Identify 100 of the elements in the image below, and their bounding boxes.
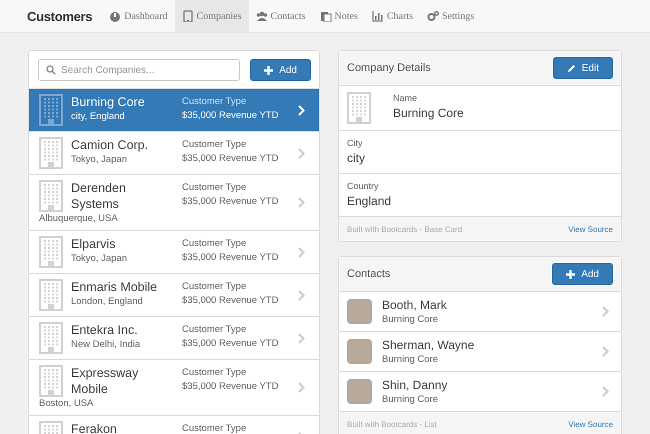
- notes-icon: [320, 10, 332, 22]
- company-location: New Delhi, India: [71, 338, 142, 351]
- company-name: Entekra Inc.: [71, 322, 139, 338]
- view-source-link[interactable]: View Source: [568, 420, 613, 428]
- field-label: Name: [393, 92, 418, 104]
- chevron-right-icon: [298, 382, 305, 393]
- customer-type: Customer Type: [182, 182, 248, 193]
- contact-list-item[interactable]: Sherman, Wayne Burning Core: [339, 332, 621, 372]
- building-icon: [39, 180, 63, 212]
- company-location: city, England: [71, 110, 126, 123]
- nav-tab[interactable]: Companies: [174, 0, 249, 32]
- nav-tab[interactable]: Charts: [364, 0, 420, 32]
- customer-type: Customer Type: [182, 139, 248, 150]
- avatar-placeholder: [347, 379, 372, 404]
- footer-note: Built with Bootcards - Base Card: [347, 224, 462, 234]
- building-icon: [39, 137, 63, 169]
- building-icon: [39, 94, 63, 126]
- gears-icon: [427, 10, 439, 22]
- company-list-item[interactable]: Elparvis Tokyo, Japan Customer Type $35,000 Revenue YTD: [29, 231, 319, 274]
- customer-type: Customer Type: [182, 238, 248, 249]
- contact-company: Burning Core: [382, 393, 439, 406]
- contact-name: Sherman, Wayne: [382, 337, 476, 353]
- avatar-placeholder: [347, 299, 372, 324]
- field-value: England: [347, 193, 392, 210]
- add-button[interactable]: Add: [250, 59, 311, 81]
- search-field[interactable]: Search Companies...: [38, 59, 240, 81]
- bar-chart-icon: [372, 10, 384, 22]
- company-location: Tokyo, Japan: [71, 252, 128, 265]
- footer-note: Built with Bootcards - List: [347, 420, 437, 428]
- nav-tab[interactable]: Contacts: [248, 0, 313, 32]
- contact-name: Shin, Danny: [382, 377, 448, 393]
- building-icon: [39, 236, 63, 268]
- customer-type: Customer Type: [182, 367, 248, 378]
- view-source-link[interactable]: View Source: [568, 224, 613, 234]
- chevron-right-icon: [602, 346, 609, 357]
- contact-name: Booth, Mark: [382, 297, 448, 313]
- app-brand: Customers: [27, 8, 92, 24]
- company-name: Expressway Mobile: [71, 365, 140, 397]
- revenue-text: $35,000 Revenue YTD: [182, 381, 280, 392]
- company-name: Camion Corp.: [71, 137, 150, 153]
- revenue-text: $35,000 Revenue YTD: [182, 295, 280, 306]
- card-title: Contacts: [347, 268, 390, 280]
- company-location: Tokyo, Japan: [71, 153, 128, 166]
- chevron-right-icon: [298, 246, 305, 258]
- nav-tab[interactable]: Settings: [420, 0, 482, 32]
- add-button[interactable]: Add: [552, 263, 613, 285]
- plus-icon: [566, 270, 576, 278]
- contact-list-item[interactable]: Booth, Mark Burning Core: [339, 292, 621, 332]
- chevron-right-icon: [298, 104, 305, 116]
- company-list-item[interactable]: Ferakon Customer Type: [29, 416, 319, 434]
- plus-icon: [264, 66, 274, 74]
- company-name: Derenden Systems: [71, 180, 127, 212]
- contact-company: Burning Core: [382, 353, 439, 366]
- revenue-text: $35,000 Revenue YTD: [182, 153, 280, 164]
- contact-company: Burning Core: [382, 313, 439, 326]
- customer-type: Customer Type: [182, 96, 248, 107]
- field-value: city: [347, 150, 365, 167]
- company-name: Ferakon: [71, 421, 118, 434]
- chevron-right-icon: [602, 306, 609, 317]
- customer-type: Customer Type: [182, 281, 248, 292]
- company-list-item[interactable]: Derenden Systems Albuquerque, USA Customer Type $35,000 Revenue YTD: [29, 175, 319, 231]
- company-list-item[interactable]: Enmaris Mobile London, England Customer Type $35,000 Revenue YTD: [29, 274, 319, 317]
- field-label: Country: [347, 180, 380, 192]
- pencil-icon: [566, 64, 576, 72]
- chevron-right-icon: [298, 290, 305, 300]
- chevron-right-icon: [298, 148, 305, 158]
- dashboard-icon: [109, 10, 122, 22]
- users-icon: [256, 10, 268, 22]
- customer-type: Customer Type: [182, 324, 248, 335]
- company-list-item[interactable]: Entekra Inc. New Delhi, India Customer Type $35,000 Revenue YTD: [29, 317, 319, 360]
- company-list-item[interactable]: Burning Core city, England Customer Type $35,000 Revenue YTD: [29, 89, 319, 132]
- search-icon: [46, 65, 56, 75]
- field-label: City: [347, 137, 364, 149]
- revenue-text: $35,000 Revenue YTD: [182, 110, 280, 121]
- company-location: Albuquerque, USA: [39, 212, 119, 225]
- chevron-right-icon: [298, 197, 305, 208]
- building-icon: [347, 92, 371, 124]
- edit-button[interactable]: Edit: [552, 57, 613, 79]
- card-title: Company Details: [347, 62, 431, 74]
- avatar-placeholder: [347, 339, 372, 364]
- company-name: Elparvis: [71, 236, 116, 252]
- chevron-right-icon: [298, 332, 305, 344]
- revenue-text: $35,000 Revenue YTD: [182, 196, 280, 207]
- company-list-item[interactable]: Expressway Mobile Boston, USA Customer Type $35,000 Revenue YTD: [29, 360, 319, 416]
- company-location: London, England: [71, 295, 144, 308]
- nav-tab[interactable]: Notes: [312, 0, 365, 32]
- building-icon: [39, 279, 63, 311]
- nav-tab[interactable]: Dashboard: [102, 0, 175, 32]
- chevron-right-icon: [602, 386, 609, 397]
- company-name: Burning Core: [71, 94, 146, 110]
- tablet-icon: [182, 10, 194, 22]
- field-value: Burning Core: [393, 105, 464, 122]
- company-list-item[interactable]: Camion Corp. Tokyo, Japan Customer Type $35,000 Revenue YTD: [29, 132, 319, 175]
- customer-type: Customer Type: [182, 423, 248, 434]
- building-icon: [39, 365, 63, 397]
- building-icon: [39, 322, 63, 354]
- company-name: Enmaris Mobile: [71, 279, 158, 295]
- revenue-text: $35,000 Revenue YTD: [182, 338, 280, 349]
- company-location: Boston, USA: [39, 397, 94, 410]
- revenue-text: $35,000 Revenue YTD: [182, 252, 280, 263]
